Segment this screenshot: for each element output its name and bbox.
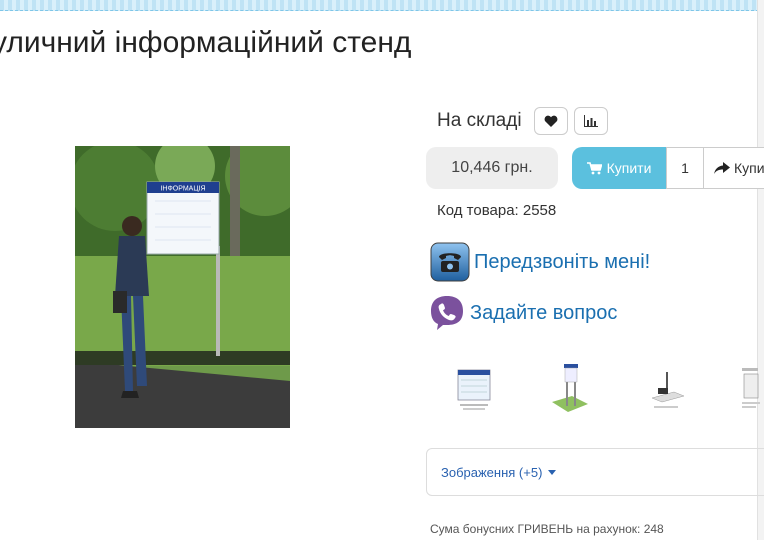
share-icon xyxy=(714,161,730,174)
price-value: 10,446 грн. xyxy=(451,159,533,176)
callback-link[interactable]: Передзвоніть мені! xyxy=(430,242,650,282)
photo-sign-text: ІНФОРМАЦІЯ xyxy=(160,186,205,193)
images-dropdown[interactable]: Зображення (+5) xyxy=(426,448,764,496)
quantity-value: 1 xyxy=(681,160,689,176)
callback-label: Передзвоніть мені! xyxy=(474,250,651,273)
product-title: уличний інформаційний стенд xyxy=(0,26,412,59)
viber-icon xyxy=(431,296,463,330)
quick-buy-label: Купи xyxy=(734,160,764,176)
top-decorative-band xyxy=(0,0,764,11)
compare-button[interactable] xyxy=(573,107,608,135)
phone-icon xyxy=(430,242,470,282)
thumbnail-1[interactable] xyxy=(452,362,496,414)
product-photo[interactable]: ІНФОРМАЦІЯ xyxy=(75,146,290,428)
ask-question-label: Задайте вопрос xyxy=(470,301,618,324)
thumbnail-4[interactable] xyxy=(740,362,764,414)
cart-icon xyxy=(586,161,602,174)
wishlist-button[interactable] xyxy=(533,107,568,135)
stock-row: На складі xyxy=(437,107,608,135)
thumbnail-strip xyxy=(452,362,764,414)
buy-button-label: Купити xyxy=(606,160,652,176)
product-code: Код товара: 2558 xyxy=(437,202,557,219)
caret-down-icon xyxy=(548,469,557,475)
ask-question-link[interactable]: Задайте вопрос xyxy=(430,295,617,331)
quick-buy-button[interactable]: Купи xyxy=(703,147,764,189)
bonus-info: Сума бонусних ГРИВЕНЬ на рахунок: 248 xyxy=(430,522,664,536)
quantity-input[interactable]: 1 xyxy=(666,147,704,189)
images-dropdown-label: Зображення (+5) xyxy=(441,464,543,480)
product-photo-image: ІНФОРМАЦІЯ xyxy=(75,146,290,428)
price-display: 10,446 грн. xyxy=(426,147,558,189)
thumbnail-3[interactable] xyxy=(644,362,688,414)
thumbnail-2[interactable] xyxy=(548,362,592,414)
buy-button[interactable]: Купити xyxy=(572,147,666,189)
stock-status: На складі xyxy=(437,110,522,131)
heart-icon xyxy=(544,115,557,127)
bar-chart-icon xyxy=(583,115,598,127)
